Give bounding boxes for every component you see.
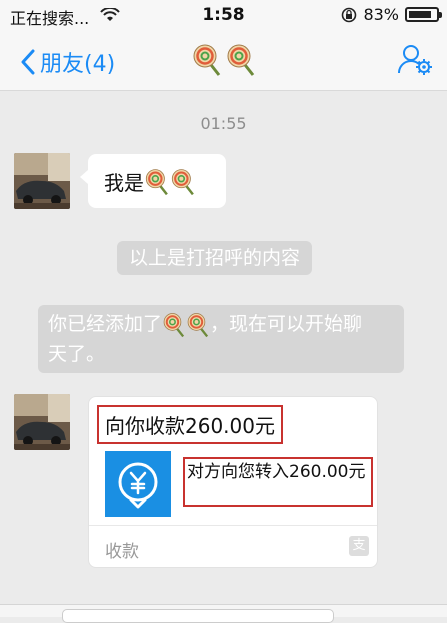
timestamp: 01:55 [200,114,247,133]
system-message: 以上是打招呼的内容 [117,241,313,275]
yuan-download-icon [118,462,158,509]
message-text: 我是 [104,171,144,195]
payment-title: 向你收款260.00元 [97,405,283,444]
message-input[interactable] [62,609,334,623]
alipay-icon: 支 [349,536,369,556]
lollipop-icon [227,44,255,76]
avatar-image [14,153,70,209]
contact-settings-button[interactable] [397,42,433,80]
back-button[interactable]: 朋友(4) [20,46,115,78]
avatar-image [14,394,70,450]
chat-title [192,43,256,77]
system-message-text: 你已经添加了 [48,313,163,335]
payment-description: 对方向您转入260.00元 [183,457,373,507]
system-message-text: ，现在可以开始聊 [210,313,363,335]
chevron-left-icon [21,49,35,75]
lollipop-icon [171,168,194,195]
lollipop-icon [187,312,209,337]
payment-footer: 收款 支 [89,525,377,568]
payment-footer-label: 收款 [105,542,139,562]
avatar[interactable] [14,153,70,209]
battery-level [409,11,431,18]
payment-icon-tile [105,451,171,517]
lollipop-icon [163,312,185,337]
contact-settings-icon [397,45,432,75]
lollipop-icon [193,44,221,76]
status-bar: 正在搜索... 1:58 83% [0,0,447,32]
system-message: 你已经添加了 ，现在可以开始聊 天了。 [38,305,404,373]
input-bar [0,604,447,623]
message-bubble[interactable]: 我是 [80,154,226,208]
system-message-text: 天了。 [48,343,106,365]
back-label: 朋友(4) [40,52,116,77]
payment-request-card[interactable]: 向你收款260.00元 对方向您转入260.00元 收款 支 [88,396,378,568]
lollipop-icon [145,168,168,195]
nav-bar: 朋友(4) [0,32,447,91]
avatar[interactable] [14,394,70,450]
rotation-lock-icon [342,7,357,22]
system-message-text: 以上是打招呼的内容 [129,247,301,269]
battery-percent: 83% [363,5,399,24]
battery-icon [405,7,442,22]
